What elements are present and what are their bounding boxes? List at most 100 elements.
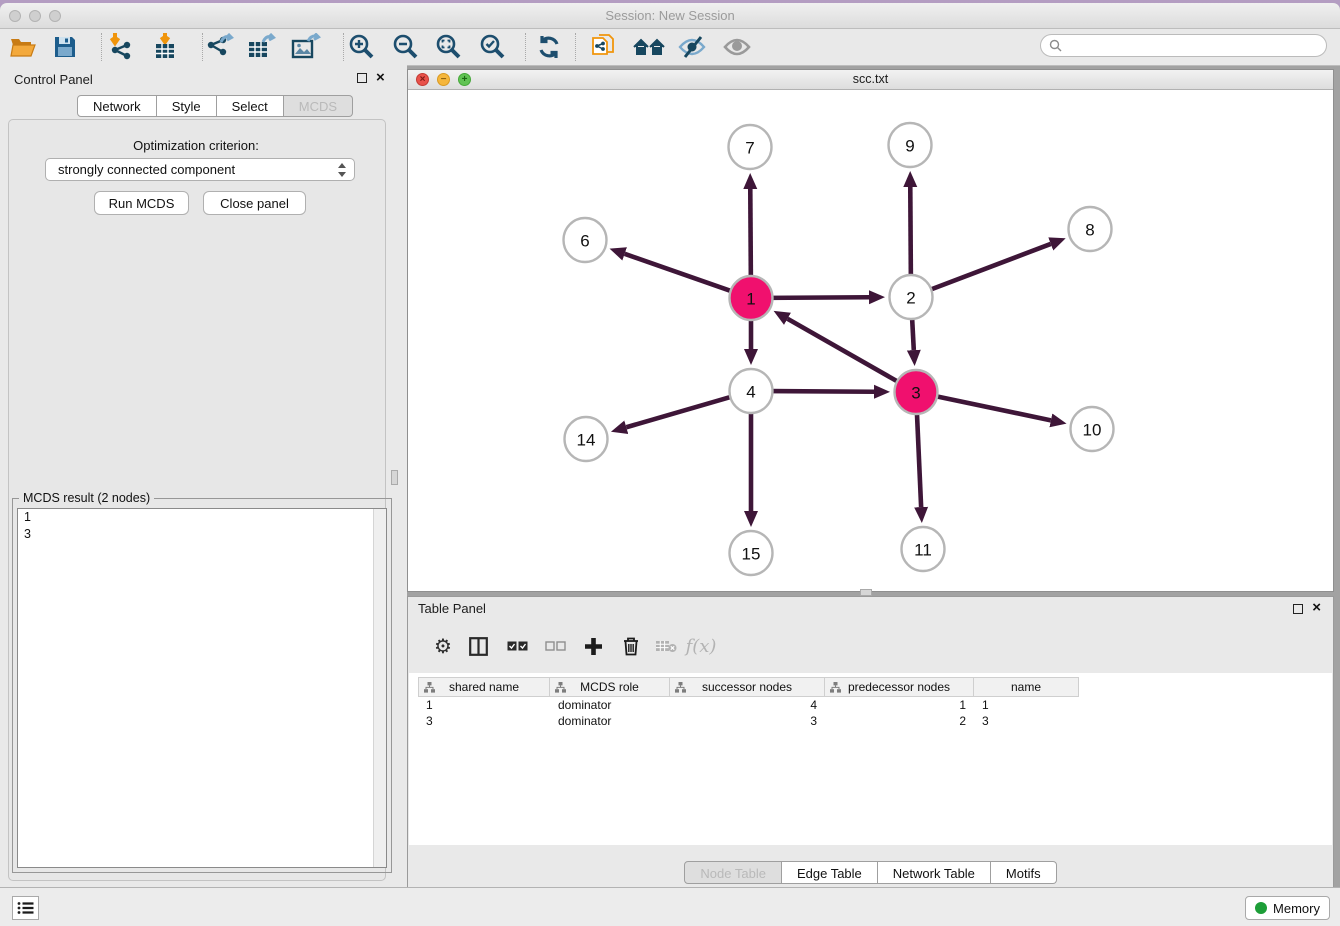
table-cell[interactable]: 3 (974, 713, 1079, 729)
table-row[interactable]: 1dominator411 (418, 697, 1332, 713)
column-header-predecessor-nodes[interactable]: predecessor nodes (825, 677, 974, 697)
network-view-window: × − + scc.txt 7 9 6 8 1 2 4 3 14 10 15 11 (407, 69, 1334, 592)
edge-2-9[interactable] (910, 187, 911, 279)
edge-2-3[interactable] (912, 315, 914, 350)
network-window-titlebar[interactable]: × − + scc.txt (408, 70, 1333, 90)
graph-node-11[interactable]: 11 (902, 527, 945, 571)
tab-mcds[interactable]: MCDS (284, 95, 353, 117)
graph-node-3[interactable]: 3 (895, 370, 938, 414)
vertical-splitter-handle[interactable] (391, 470, 398, 485)
zoom-in-icon[interactable] (346, 32, 378, 62)
column-header-name[interactable]: name (974, 677, 1079, 697)
table-cell[interactable]: 1 (825, 697, 974, 713)
table-tab-network-table[interactable]: Network Table (878, 861, 991, 884)
table-tab-edge-table[interactable]: Edge Table (782, 861, 878, 884)
edge-4-3[interactable] (769, 391, 874, 392)
graph-node-7[interactable]: 7 (729, 125, 772, 169)
svg-text:14: 14 (577, 431, 596, 450)
hide-selected-icon[interactable] (676, 32, 708, 62)
window-title: Session: New Session (0, 3, 1340, 28)
horizontal-splitter-handle[interactable] (860, 589, 872, 596)
graph-node-15[interactable]: 15 (730, 531, 773, 575)
table-cell[interactable]: 3 (418, 713, 550, 729)
table-cell[interactable]: 1 (974, 697, 1079, 713)
task-history-button[interactable] (12, 896, 39, 920)
table-cell[interactable]: dominator (550, 697, 670, 713)
column-mode-icon[interactable] (463, 631, 493, 661)
graph-node-14[interactable]: 14 (565, 417, 608, 461)
table-settings-icon[interactable]: ⚙ (428, 631, 458, 661)
column-header-successor-nodes[interactable]: successor nodes (670, 677, 825, 697)
mcds-result-list[interactable]: 13 (17, 508, 387, 868)
zoom-out-icon[interactable] (390, 32, 422, 62)
edge-1-2[interactable] (769, 297, 869, 298)
duplicate-network-icon[interactable] (588, 32, 620, 62)
criterion-select[interactable]: strongly connected component (45, 158, 355, 181)
graph-node-4[interactable]: 4 (730, 369, 773, 413)
graph-node-10[interactable]: 10 (1071, 407, 1114, 451)
graph-node-1[interactable]: 1 (730, 276, 773, 320)
table-panel-window: Table Panel × ⚙ f(x) (407, 596, 1334, 888)
tab-style[interactable]: Style (157, 95, 217, 117)
close-panel-icon[interactable]: × (376, 73, 385, 83)
show-all-icon[interactable] (721, 32, 753, 62)
table-cell[interactable]: 2 (825, 713, 974, 729)
delete-column-icon[interactable] (616, 631, 646, 661)
edge-3-10[interactable] (934, 396, 1051, 421)
close-table-panel-icon[interactable]: × (1312, 603, 1321, 613)
edge-1-6[interactable] (625, 254, 734, 292)
network-canvas[interactable]: 7 9 6 8 1 2 4 3 14 10 15 11 (408, 89, 1333, 591)
select-all-rows-icon[interactable] (502, 631, 532, 661)
first-neighbors-icon[interactable] (633, 32, 665, 62)
search-input[interactable] (1066, 38, 1326, 54)
run-mcds-button[interactable]: Run MCDS (94, 191, 189, 215)
result-item[interactable]: 1 (18, 509, 386, 526)
open-session-icon[interactable] (7, 32, 39, 62)
svg-text:2: 2 (906, 289, 915, 308)
unselect-all-rows-icon[interactable] (540, 631, 570, 661)
add-column-icon[interactable] (578, 631, 608, 661)
edge-3-1[interactable] (787, 319, 900, 383)
export-network-icon[interactable] (203, 32, 235, 62)
table-cell[interactable]: 4 (670, 697, 825, 713)
search-field[interactable] (1040, 34, 1327, 57)
graph-node-2[interactable]: 2 (890, 275, 933, 319)
edge-1-7[interactable] (750, 189, 751, 280)
result-item[interactable]: 3 (18, 526, 386, 543)
edge-2-8[interactable] (928, 244, 1051, 291)
table-cell[interactable]: 3 (670, 713, 825, 729)
table-tab-node-table[interactable]: Node Table (684, 861, 782, 884)
float-panel-icon[interactable] (357, 73, 367, 83)
export-image-icon[interactable] (290, 32, 322, 62)
edge-3-11[interactable] (917, 410, 921, 507)
criterion-value: strongly connected component (58, 162, 235, 177)
tab-select[interactable]: Select (217, 95, 284, 117)
toolbar-separator (101, 33, 102, 61)
graph-node-8[interactable]: 8 (1069, 207, 1112, 251)
save-session-icon[interactable] (49, 32, 81, 62)
graph-node-9[interactable]: 9 (889, 123, 932, 167)
column-header-MCDS-role[interactable]: MCDS role (550, 677, 670, 697)
import-table-icon[interactable] (149, 32, 181, 62)
column-header-shared-name[interactable]: shared name (418, 677, 550, 697)
export-table-icon[interactable] (246, 32, 278, 62)
import-network-icon[interactable] (105, 32, 137, 62)
memory-button[interactable]: Memory (1245, 896, 1330, 920)
tab-network[interactable]: Network (77, 95, 157, 117)
delete-table-icon[interactable] (651, 631, 681, 661)
graph-node-6[interactable]: 6 (564, 218, 607, 262)
zoom-selected-icon[interactable] (477, 32, 509, 62)
edge-4-14[interactable] (626, 396, 733, 427)
zoom-fit-icon[interactable] (433, 32, 465, 62)
table-row[interactable]: 3dominator323 (418, 713, 1332, 729)
apply-function-icon[interactable]: f(x) (686, 631, 716, 661)
float-table-panel-icon[interactable] (1293, 604, 1303, 614)
table-cell[interactable]: dominator (550, 713, 670, 729)
table-cell[interactable]: 1 (418, 697, 550, 713)
refresh-icon[interactable] (533, 32, 565, 62)
svg-text:3: 3 (911, 384, 920, 403)
svg-text:6: 6 (580, 232, 589, 251)
table-tab-motifs[interactable]: Motifs (991, 861, 1057, 884)
result-scrollbar[interactable] (373, 509, 386, 867)
close-panel-button[interactable]: Close panel (203, 191, 306, 215)
